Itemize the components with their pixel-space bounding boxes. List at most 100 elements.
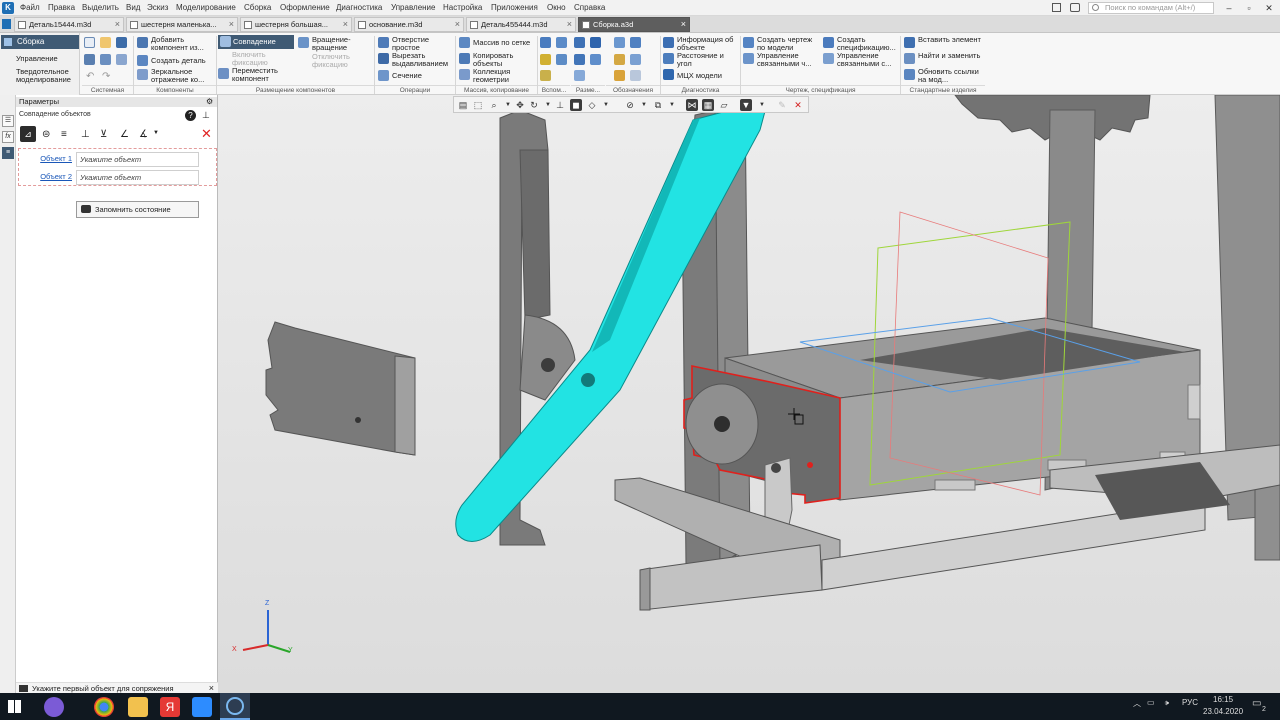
object-info-button[interactable]: Информация об объекте	[677, 36, 739, 52]
ribbon-mode-solid[interactable]: Твердотельное моделирование	[4, 68, 78, 84]
roughness-icon[interactable]	[614, 54, 625, 65]
linked-specs-button[interactable]: Управление связанными с...	[837, 52, 899, 68]
assembly-3d-model[interactable]: Z X Y	[218, 95, 1280, 693]
object1-field[interactable]: Укажите объект	[76, 152, 199, 167]
filter-icon[interactable]: ▼	[740, 99, 752, 111]
detached-part[interactable]	[265, 321, 416, 456]
tab-close-icon[interactable]: ×	[343, 18, 348, 31]
menu-sketch[interactable]: Эскиз	[147, 3, 168, 12]
tolerance-icon[interactable]	[630, 54, 641, 65]
distance-angle-button[interactable]: Расстояние и угол	[677, 52, 739, 68]
clock-date[interactable]: 23.04.2020	[1203, 707, 1243, 716]
camera-icon[interactable]	[1070, 3, 1080, 12]
ribbon-mode-manage[interactable]: Управление	[4, 55, 78, 63]
axis-icon[interactable]	[556, 37, 567, 48]
menu-select[interactable]: Выделить	[82, 3, 119, 12]
home-icon[interactable]	[2, 19, 11, 29]
tree-icon[interactable]: ▤	[457, 99, 469, 111]
menu-apps[interactable]: Приложения	[491, 3, 538, 12]
zoom-app-icon[interactable]	[192, 697, 212, 717]
move-component-button[interactable]: Переместить компонент	[232, 67, 294, 83]
app-logo-icon[interactable]: K	[2, 2, 14, 14]
select-frame-icon[interactable]: ⬚	[472, 99, 484, 111]
chevron-down-icon[interactable]: ▼	[153, 130, 159, 136]
find-replace-button[interactable]: Найти и заменить	[918, 52, 984, 68]
mark-icon[interactable]	[614, 70, 625, 81]
geometry-collection-button[interactable]: Коллекция геометрии	[473, 68, 537, 84]
update-links-button[interactable]: Обновить ссылки на мод...	[918, 68, 984, 84]
create-part-button[interactable]: Создать деталь	[151, 57, 215, 65]
panel-icon[interactable]	[1052, 3, 1061, 12]
variables-icon[interactable]: fx	[2, 131, 14, 143]
radius-icon[interactable]	[574, 54, 585, 65]
copy-objects-button[interactable]: Копировать объекты	[473, 52, 537, 68]
close-icon[interactable]: ✕	[1262, 2, 1276, 14]
menu-help[interactable]: Справка	[574, 3, 605, 12]
curve-icon[interactable]	[540, 70, 551, 81]
line-icon[interactable]	[556, 54, 567, 65]
tab-big-gear[interactable]: шестерня большая... ×	[240, 17, 352, 32]
menu-modeling[interactable]: Моделирование	[176, 3, 236, 12]
menu-assembly[interactable]: Сборка	[244, 3, 271, 12]
undo-icon[interactable]: ↶	[86, 71, 94, 82]
app-circle-icon[interactable]	[44, 697, 64, 717]
chevron-down-icon[interactable]: ▼	[600, 99, 612, 111]
tree-panel-icon[interactable]: ☰	[2, 115, 14, 127]
tab-close-icon[interactable]: ×	[455, 18, 460, 31]
tab-close-icon[interactable]: ×	[229, 18, 234, 31]
grid-snap-icon[interactable]: ▦	[702, 99, 714, 111]
section-view-icon[interactable]: ⧉	[652, 99, 664, 111]
close-icon[interactable]: ✕	[201, 126, 212, 142]
add-component-button[interactable]: Добавить компонент из...	[151, 36, 215, 52]
notifications-icon[interactable]: ▭	[1252, 698, 1261, 709]
chevron-down-icon[interactable]: ▼	[666, 99, 678, 111]
tab-close-icon[interactable]: ×	[567, 18, 572, 31]
grid-array-button[interactable]: Массив по сетке	[473, 39, 537, 47]
simple-hole-button[interactable]: Отверстие простое	[392, 36, 454, 52]
linked-drawings-button[interactable]: Управление связанными ч...	[757, 52, 821, 68]
tray-chevron-icon[interactable]: ︿	[1133, 698, 1141, 709]
mass-props-button[interactable]: МЦХ модели	[677, 72, 739, 80]
tab-close-icon[interactable]: ×	[115, 18, 120, 31]
disable-fix-button[interactable]: Отключить фиксацию	[312, 53, 372, 69]
model-viewport[interactable]: Z X Y	[218, 95, 1280, 693]
properties-icon[interactable]	[116, 54, 127, 65]
section-button[interactable]: Сечение	[392, 72, 454, 80]
diameter-icon[interactable]	[590, 54, 601, 65]
menu-design[interactable]: Оформление	[280, 3, 330, 12]
chevron-down-icon[interactable]: ▼	[502, 99, 514, 111]
tab-detail455444[interactable]: Деталь455444.m3d ×	[466, 17, 576, 32]
enable-fix-button[interactable]: Включить фиксацию	[232, 51, 294, 67]
leader-icon[interactable]	[630, 70, 641, 81]
clock-time[interactable]: 16:15	[1213, 695, 1233, 704]
redo-icon[interactable]: ↷	[102, 71, 110, 82]
chamfer-dim-icon[interactable]	[574, 70, 585, 81]
gear-icon[interactable]: ⚙	[206, 97, 216, 107]
object2-field[interactable]: Укажите объект	[76, 170, 199, 185]
menu-edit[interactable]: Правка	[48, 3, 75, 12]
point-icon[interactable]	[540, 54, 551, 65]
cancel-icon[interactable]: ✕	[792, 99, 804, 111]
tab-close-icon[interactable]: ×	[681, 18, 686, 31]
command-search-input[interactable]: Поиск по командам (Alt+/)	[1088, 2, 1214, 14]
maximize-icon[interactable]: ▫	[1242, 2, 1256, 14]
tab-assembly[interactable]: Сборка.a3d ×	[578, 17, 690, 32]
concentric-type-icon[interactable]: ⊻	[100, 129, 107, 140]
chevron-down-icon[interactable]: ▼	[542, 99, 554, 111]
chevron-down-icon[interactable]: ▼	[638, 99, 650, 111]
tab-base[interactable]: основание.m3d ×	[354, 17, 464, 32]
menu-settings[interactable]: Настройка	[443, 3, 482, 12]
save-state-button[interactable]: Запомнить состояние	[76, 201, 199, 218]
layers-icon[interactable]: ▱	[718, 99, 730, 111]
dimension-icon[interactable]	[574, 37, 585, 48]
kompas-taskbar-button[interactable]	[220, 693, 250, 720]
tab-small-gear[interactable]: шестерня маленька... ×	[126, 17, 238, 32]
menu-diagnostics[interactable]: Диагностика	[336, 3, 382, 12]
parallel-type-icon[interactable]: ⊜	[42, 129, 50, 140]
shaded-cube-icon[interactable]: ◼	[570, 99, 582, 111]
menu-view[interactable]: Вид	[126, 3, 140, 12]
windows-start-icon[interactable]	[8, 700, 21, 713]
perpendicular-type-icon[interactable]: ≡	[61, 129, 67, 140]
coincidence-button[interactable]: Совпадение	[218, 35, 294, 49]
coincidence-type-icon[interactable]: ⊿	[20, 126, 36, 142]
